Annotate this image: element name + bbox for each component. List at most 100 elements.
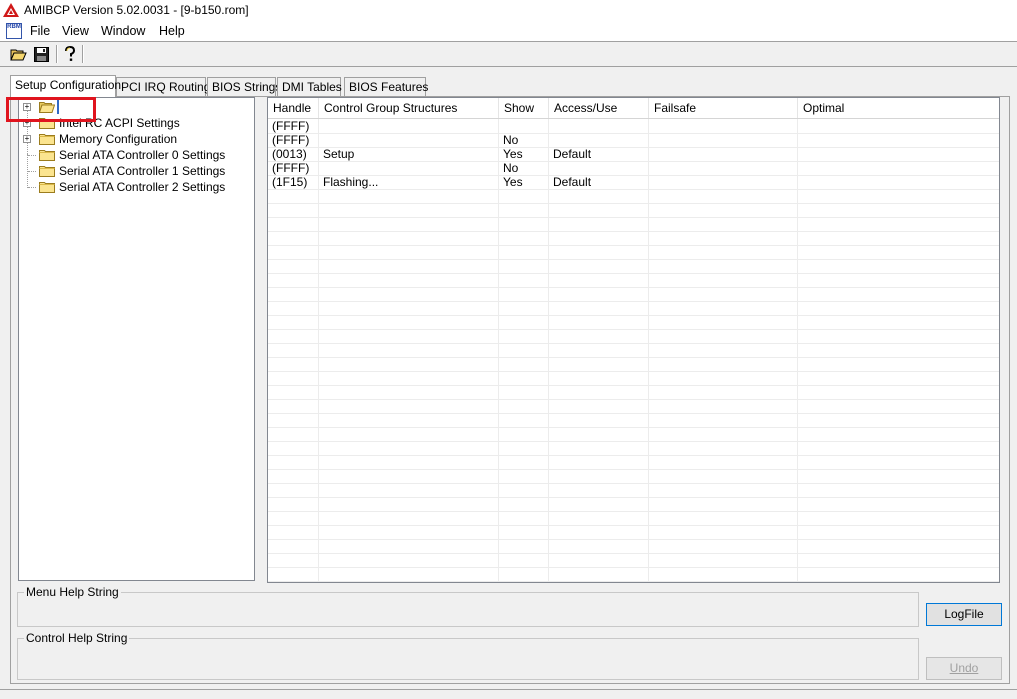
table-row[interactable] xyxy=(268,567,999,582)
table-cell[interactable] xyxy=(798,273,999,287)
table-cell[interactable] xyxy=(549,343,649,357)
table-cell[interactable] xyxy=(268,455,319,469)
table-cell[interactable] xyxy=(268,273,319,287)
expand-plus-icon[interactable]: + xyxy=(23,135,31,143)
tab-dmi-tables[interactable]: DMI Tables xyxy=(277,77,342,96)
table-cell[interactable] xyxy=(798,175,999,189)
table-cell[interactable] xyxy=(798,133,999,147)
table-cell[interactable] xyxy=(649,553,798,567)
table-cell[interactable] xyxy=(649,483,798,497)
table-cell[interactable] xyxy=(549,273,649,287)
table-cell[interactable] xyxy=(499,399,549,413)
table-cell[interactable] xyxy=(319,371,499,385)
table-cell[interactable] xyxy=(319,119,499,133)
table-cell[interactable] xyxy=(649,399,798,413)
table-cell[interactable] xyxy=(319,231,499,245)
table-cell[interactable] xyxy=(319,161,499,175)
table-cell[interactable] xyxy=(649,217,798,231)
table-cell[interactable] xyxy=(798,413,999,427)
table-row[interactable] xyxy=(268,231,999,246)
table-cell[interactable] xyxy=(649,245,798,259)
control-group-grid[interactable]: Handle Control Group Structures Show Acc… xyxy=(267,97,1000,583)
table-cell[interactable] xyxy=(268,385,319,399)
table-cell[interactable] xyxy=(649,343,798,357)
table-row[interactable]: (FFFF) xyxy=(268,119,999,134)
table-cell[interactable] xyxy=(319,385,499,399)
table-cell[interactable] xyxy=(798,399,999,413)
table-cell[interactable] xyxy=(798,231,999,245)
table-cell[interactable] xyxy=(798,315,999,329)
table-cell[interactable] xyxy=(499,315,549,329)
table-row[interactable] xyxy=(268,259,999,274)
table-cell[interactable] xyxy=(268,287,319,301)
table-cell[interactable] xyxy=(798,511,999,525)
table-cell[interactable] xyxy=(319,343,499,357)
table-cell[interactable] xyxy=(268,553,319,567)
table-cell[interactable] xyxy=(798,371,999,385)
table-cell[interactable] xyxy=(499,539,549,553)
table-cell[interactable] xyxy=(319,189,499,203)
table-cell[interactable] xyxy=(499,245,549,259)
table-cell[interactable] xyxy=(798,525,999,539)
table-cell[interactable] xyxy=(549,301,649,315)
table-cell[interactable] xyxy=(649,189,798,203)
table-row[interactable] xyxy=(268,287,999,302)
table-cell[interactable] xyxy=(268,357,319,371)
table-cell[interactable] xyxy=(549,161,649,175)
table-cell[interactable] xyxy=(268,567,319,581)
table-cell[interactable] xyxy=(549,511,649,525)
table-cell[interactable] xyxy=(549,245,649,259)
table-cell[interactable]: Default xyxy=(549,175,649,189)
column-header-failsafe[interactable]: Failsafe xyxy=(649,98,798,118)
table-cell[interactable] xyxy=(499,357,549,371)
table-cell[interactable] xyxy=(549,203,649,217)
table-cell[interactable] xyxy=(499,343,549,357)
table-cell[interactable] xyxy=(649,469,798,483)
table-cell[interactable] xyxy=(649,385,798,399)
table-cell[interactable] xyxy=(268,469,319,483)
table-cell[interactable] xyxy=(319,133,499,147)
table-cell[interactable] xyxy=(499,189,549,203)
table-cell[interactable] xyxy=(499,385,549,399)
table-cell[interactable]: No xyxy=(499,161,549,175)
table-cell[interactable] xyxy=(499,217,549,231)
table-cell[interactable] xyxy=(549,189,649,203)
table-cell[interactable] xyxy=(798,455,999,469)
menu-help[interactable]: Help xyxy=(159,24,185,38)
table-cell[interactable] xyxy=(319,203,499,217)
table-cell[interactable] xyxy=(649,441,798,455)
table-cell[interactable]: (0013) xyxy=(268,147,319,161)
table-cell[interactable] xyxy=(499,119,549,133)
table-cell[interactable] xyxy=(319,217,499,231)
table-cell[interactable] xyxy=(649,133,798,147)
table-cell[interactable] xyxy=(549,133,649,147)
tab-setup-configuration[interactable]: Setup Configuration xyxy=(10,75,121,97)
table-cell[interactable] xyxy=(649,315,798,329)
table-cell[interactable] xyxy=(549,329,649,343)
table-cell[interactable] xyxy=(499,413,549,427)
tab-pci-irq-routing[interactable]: PCI IRQ Routing xyxy=(116,77,210,96)
table-cell[interactable] xyxy=(798,469,999,483)
table-row[interactable] xyxy=(268,357,999,372)
table-row[interactable] xyxy=(268,413,999,428)
table-cell[interactable] xyxy=(798,427,999,441)
table-cell[interactable] xyxy=(319,483,499,497)
table-cell[interactable] xyxy=(549,119,649,133)
table-cell[interactable] xyxy=(268,497,319,511)
table-cell[interactable]: Yes xyxy=(499,147,549,161)
table-cell[interactable] xyxy=(319,427,499,441)
table-row[interactable] xyxy=(268,483,999,498)
table-cell[interactable] xyxy=(319,259,499,273)
table-row[interactable] xyxy=(268,301,999,316)
table-row[interactable] xyxy=(268,469,999,484)
save-button[interactable] xyxy=(31,44,51,64)
table-cell[interactable] xyxy=(798,245,999,259)
table-cell[interactable] xyxy=(268,399,319,413)
table-cell[interactable] xyxy=(649,231,798,245)
table-cell[interactable] xyxy=(549,259,649,273)
table-cell[interactable] xyxy=(798,441,999,455)
tab-bios-strings[interactable]: BIOS Strings xyxy=(207,77,281,96)
table-cell[interactable] xyxy=(319,399,499,413)
document-window-icon[interactable]: RBM xyxy=(6,23,22,39)
table-cell[interactable] xyxy=(798,567,999,581)
